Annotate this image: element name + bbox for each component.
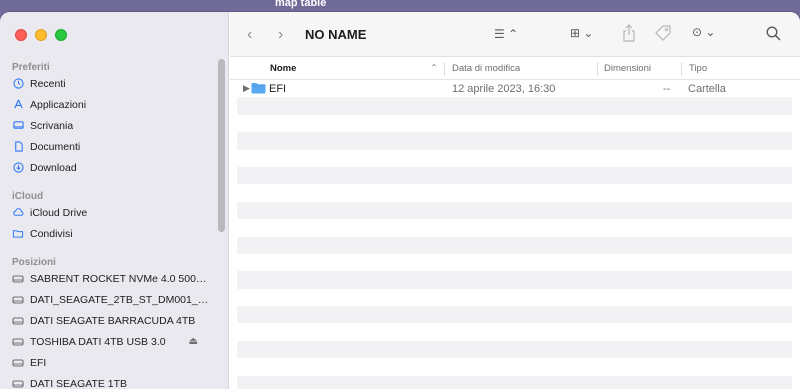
drive-icon bbox=[12, 273, 24, 285]
share-icon[interactable] bbox=[622, 24, 636, 42]
drive-icon bbox=[12, 357, 24, 369]
sidebar-item-label: Documenti bbox=[30, 140, 81, 153]
back-button[interactable]: ‹ bbox=[247, 26, 252, 44]
forward-button[interactable]: › bbox=[278, 26, 283, 44]
empty-row bbox=[237, 97, 792, 115]
folder-icon bbox=[251, 82, 266, 97]
more-actions-button[interactable]: ⊙ ⌄ bbox=[692, 25, 715, 39]
sidebar-item-recenti[interactable]: Recenti bbox=[0, 73, 228, 94]
file-name: EFI bbox=[269, 83, 287, 95]
drive-icon bbox=[12, 315, 24, 327]
sidebar-item-label: Recenti bbox=[30, 77, 66, 90]
sidebar-list: Preferiti Recenti Applicazioni Scrivania bbox=[0, 59, 228, 389]
window-title: NO NAME bbox=[305, 27, 367, 42]
window-controls bbox=[15, 29, 67, 41]
file-list: ▶ EFI 12 aprile 2023, 16:30 -- Cartella bbox=[237, 80, 792, 389]
document-icon bbox=[12, 141, 24, 153]
desktop-label: map table bbox=[275, 0, 327, 9]
sidebar-section-title: iCloud bbox=[12, 191, 44, 202]
search-icon[interactable] bbox=[766, 26, 781, 41]
sidebar-section-title: Posizioni bbox=[12, 257, 56, 268]
empty-row bbox=[237, 375, 792, 389]
empty-row bbox=[237, 184, 792, 201]
group-view-button[interactable]: ⊞ ⌄ bbox=[570, 26, 593, 40]
sidebar-item-label: SABRENT ROCKET NVMe 4.0 500GB bbox=[30, 272, 210, 285]
column-type[interactable]: Tipo bbox=[689, 63, 707, 74]
sidebar-item-label: Applicazioni bbox=[30, 98, 87, 111]
download-icon bbox=[12, 162, 24, 174]
apps-icon bbox=[12, 99, 24, 111]
sidebar-item-label: DATI SEAGATE 1TB bbox=[30, 377, 128, 389]
empty-row bbox=[237, 166, 792, 185]
empty-row bbox=[237, 358, 792, 375]
sidebar: Preferiti Recenti Applicazioni Scrivania bbox=[0, 12, 229, 389]
empty-row bbox=[237, 132, 792, 150]
column-size[interactable]: Dimensioni bbox=[604, 63, 651, 74]
empty-row bbox=[237, 323, 792, 340]
table-row[interactable]: ▶ EFI 12 aprile 2023, 16:30 -- Cartella bbox=[237, 80, 792, 97]
sidebar-section-title: Preferiti bbox=[12, 62, 50, 73]
disclosure-triangle-icon[interactable]: ▶ bbox=[243, 83, 250, 94]
empty-row bbox=[237, 201, 792, 220]
clock-icon bbox=[12, 78, 24, 90]
sidebar-item-label: iCloud Drive bbox=[30, 206, 88, 219]
column-name[interactable]: Nome bbox=[270, 63, 296, 74]
empty-row bbox=[237, 115, 792, 132]
close-window-button[interactable] bbox=[15, 29, 27, 41]
eject-icon[interactable]: ⏏ bbox=[189, 336, 198, 347]
drive-icon bbox=[12, 336, 24, 348]
sidebar-item-documenti[interactable]: Documenti bbox=[0, 136, 228, 157]
sidebar-item-dati-seagate-2tb[interactable]: DATI_SEAGATE_2TB_ST_DM001_1... bbox=[0, 289, 228, 310]
sidebar-item-icloud-drive[interactable]: iCloud Drive bbox=[0, 202, 228, 223]
empty-row bbox=[237, 219, 792, 236]
empty-row bbox=[237, 236, 792, 254]
sidebar-scrollbar[interactable] bbox=[218, 59, 225, 232]
empty-row bbox=[237, 150, 792, 167]
desktop-icon bbox=[12, 120, 24, 132]
sidebar-item-condivisi[interactable]: Condivisi bbox=[0, 223, 228, 244]
sidebar-item-label: Condivisi bbox=[30, 227, 73, 240]
sidebar-item-label: EFI bbox=[30, 356, 47, 369]
list-view-button[interactable]: ☰ ⌃ bbox=[494, 27, 518, 41]
toolbar: ‹ › NO NAME ☰ ⌃ ⊞ ⌄ ⊙ ⌄ bbox=[230, 12, 800, 57]
sidebar-item-dati-seagate-1tb[interactable]: DATI SEAGATE 1TB bbox=[0, 373, 228, 389]
sidebar-item-toshiba[interactable]: TOSHIBA DATI 4TB USB 3.0 ⏏ bbox=[0, 331, 228, 352]
finder-window: Preferiti Recenti Applicazioni Scrivania bbox=[0, 12, 800, 389]
file-size: -- bbox=[663, 83, 671, 95]
file-date: 12 aprile 2023, 16:30 bbox=[452, 83, 556, 95]
sidebar-item-label: Download bbox=[30, 161, 77, 174]
empty-row bbox=[237, 340, 792, 359]
sort-chevron-up-icon: ⌃ bbox=[430, 63, 438, 74]
zoom-window-button[interactable] bbox=[55, 29, 67, 41]
sidebar-item-label: DATI_SEAGATE_2TB_ST_DM001_1... bbox=[30, 293, 210, 306]
shared-folder-icon bbox=[12, 228, 24, 240]
sidebar-item-sabrent[interactable]: SABRENT ROCKET NVMe 4.0 500GB bbox=[0, 268, 228, 289]
column-header: Nome ⌃ Data di modifica Dimensioni Tipo bbox=[230, 58, 800, 80]
sidebar-item-efi[interactable]: EFI bbox=[0, 352, 228, 373]
empty-row bbox=[237, 289, 792, 306]
column-date[interactable]: Data di modifica bbox=[452, 63, 520, 74]
minimize-window-button[interactable] bbox=[35, 29, 47, 41]
drive-icon bbox=[12, 378, 24, 389]
empty-row bbox=[237, 254, 792, 271]
sidebar-item-applicazioni[interactable]: Applicazioni bbox=[0, 94, 228, 115]
empty-row bbox=[237, 271, 792, 289]
sidebar-item-dati-seagate-barracuda[interactable]: DATI SEAGATE BARRACUDA 4TB bbox=[0, 310, 228, 331]
file-type: Cartella bbox=[688, 83, 726, 95]
sidebar-item-download[interactable]: Download bbox=[0, 157, 228, 178]
tag-icon[interactable] bbox=[654, 24, 672, 42]
drive-icon bbox=[12, 294, 24, 306]
cloud-icon bbox=[12, 207, 24, 219]
sidebar-item-label: DATI SEAGATE BARRACUDA 4TB bbox=[30, 314, 196, 327]
sidebar-item-scrivania[interactable]: Scrivania bbox=[0, 115, 228, 136]
sidebar-item-label: Scrivania bbox=[30, 119, 74, 132]
sidebar-item-label: TOSHIBA DATI 4TB USB 3.0 bbox=[30, 335, 166, 348]
empty-row bbox=[237, 306, 792, 324]
